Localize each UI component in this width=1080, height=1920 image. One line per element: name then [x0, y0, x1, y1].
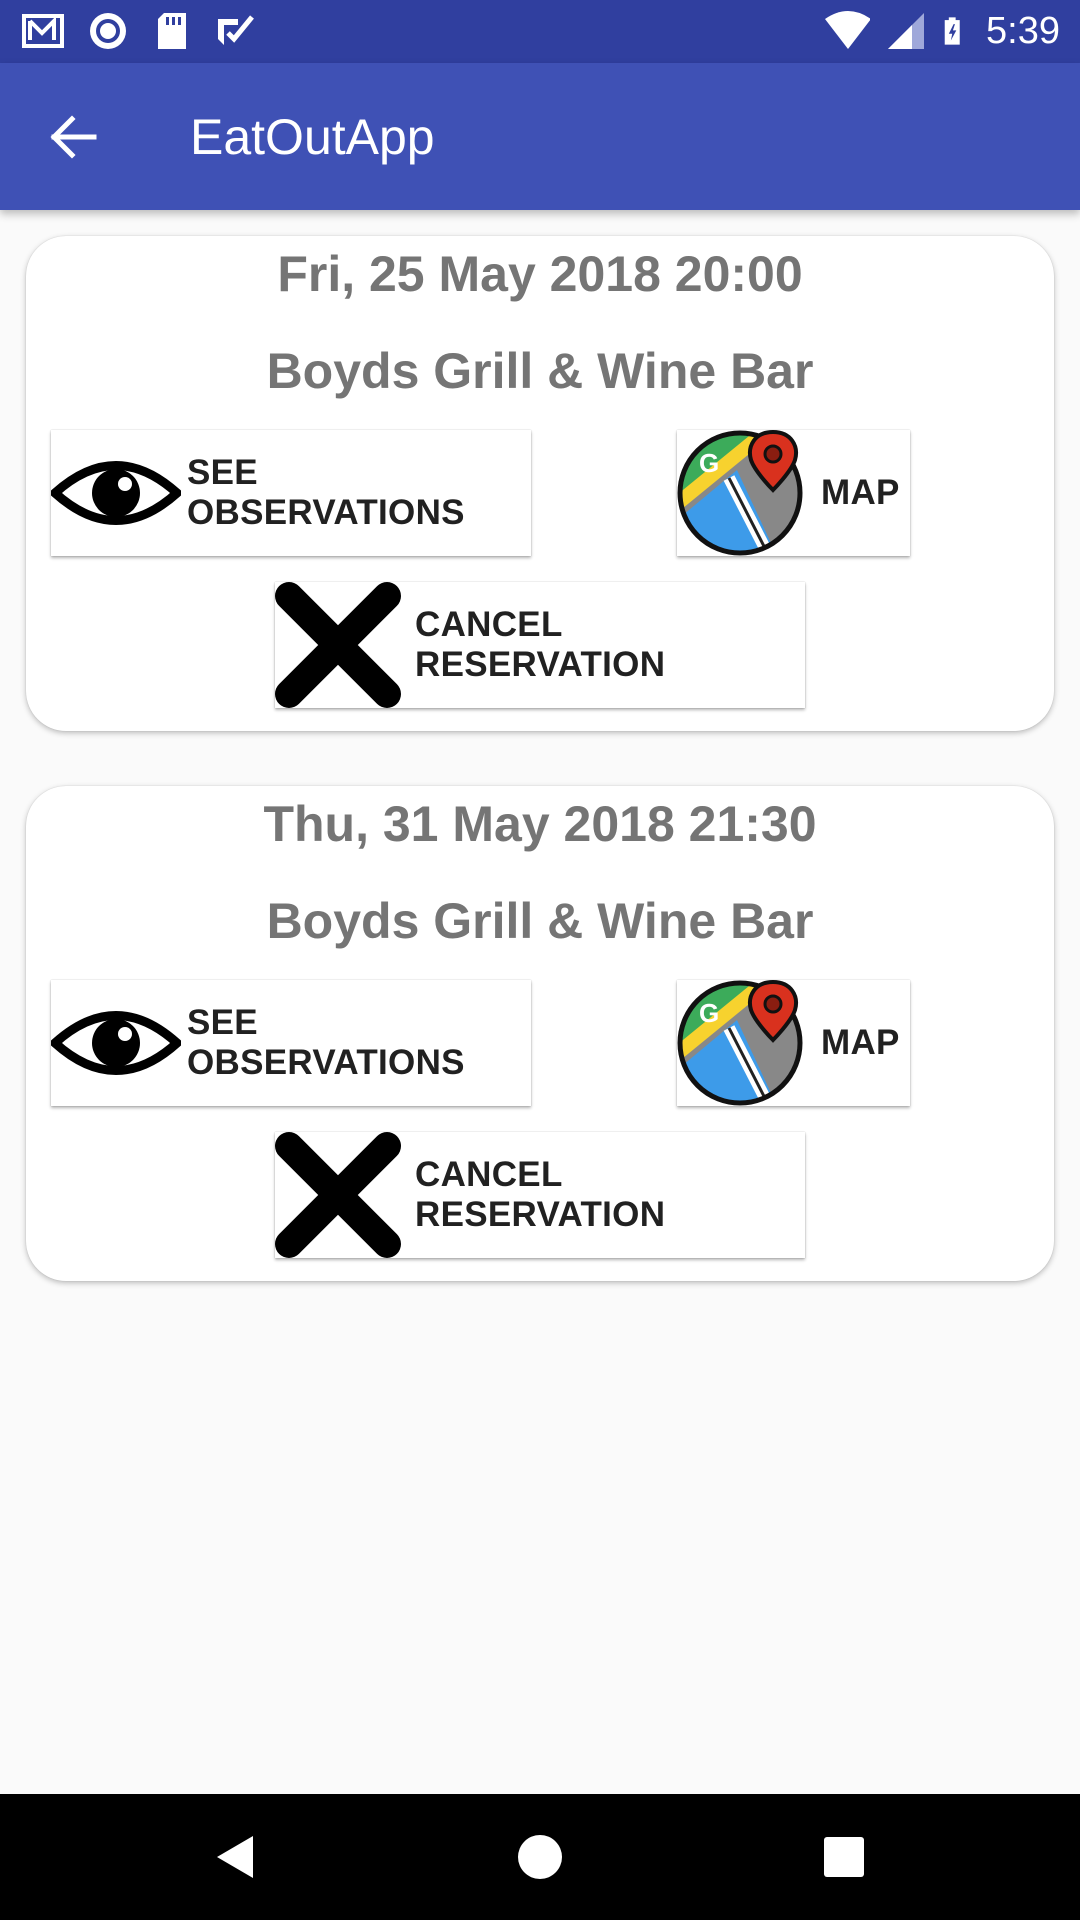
task-icon [218, 15, 254, 45]
app-title: EatOutApp [190, 109, 435, 165]
map-button[interactable]: G MAP [677, 430, 910, 556]
notification-icons [22, 9, 258, 53]
app-bar: EatOutApp [0, 63, 1080, 210]
clock: 5:39 [986, 10, 1060, 52]
eye-icon [51, 1011, 181, 1075]
see-observations-label: SEE OBSERVATIONS [187, 1003, 465, 1082]
status-bar: 5:39 [0, 0, 1080, 63]
reservation-datetime: Fri, 25 May 2018 20:00 [277, 246, 803, 302]
cancel-reservation-label: CANCEL RESERVATION [415, 605, 666, 684]
battery-charging-icon [944, 17, 960, 45]
see-observations-button[interactable]: SEE OBSERVATIONS [51, 980, 531, 1106]
gmail-icon [22, 14, 64, 48]
map-label: MAP [821, 1023, 900, 1062]
reservation-card: Thu, 31 May 2018 21:30 Boyds Grill & Win… [26, 786, 1054, 1281]
sd-card-icon [158, 13, 186, 49]
svg-text:G: G [699, 448, 720, 478]
reservation-card: Fri, 25 May 2018 20:00 Boyds Grill & Win… [26, 236, 1054, 731]
record-icon [90, 13, 126, 49]
restaurant-name: Boyds Grill & Wine Bar [266, 893, 814, 949]
google-maps-icon: G [677, 980, 803, 1106]
svg-text:G: G [699, 998, 720, 1028]
see-observations-button[interactable]: SEE OBSERVATIONS [51, 430, 531, 556]
arrow-back-icon[interactable] [40, 103, 108, 171]
close-icon [275, 582, 401, 708]
close-icon [275, 1132, 401, 1258]
map-label: MAP [821, 473, 900, 512]
cell-signal-icon [888, 13, 925, 49]
google-maps-icon: G [677, 430, 803, 556]
restaurant-name: Boyds Grill & Wine Bar [266, 343, 814, 399]
recents-square-icon[interactable] [819, 1832, 869, 1882]
home-circle-icon[interactable] [515, 1832, 565, 1882]
see-observations-label: SEE OBSERVATIONS [187, 453, 465, 532]
system-icons: 5:39 [820, 8, 1060, 54]
reservation-datetime: Thu, 31 May 2018 21:30 [263, 796, 817, 852]
cancel-reservation-button[interactable]: CANCEL RESERVATION [275, 582, 805, 708]
cancel-reservation-label: CANCEL RESERVATION [415, 1155, 666, 1234]
cancel-reservation-button[interactable]: CANCEL RESERVATION [275, 1132, 805, 1258]
wifi-icon [825, 11, 871, 49]
navigation-bar [0, 1794, 1080, 1920]
eye-icon [51, 461, 181, 525]
map-button[interactable]: G MAP [677, 980, 910, 1106]
back-triangle-icon[interactable] [211, 1832, 261, 1882]
